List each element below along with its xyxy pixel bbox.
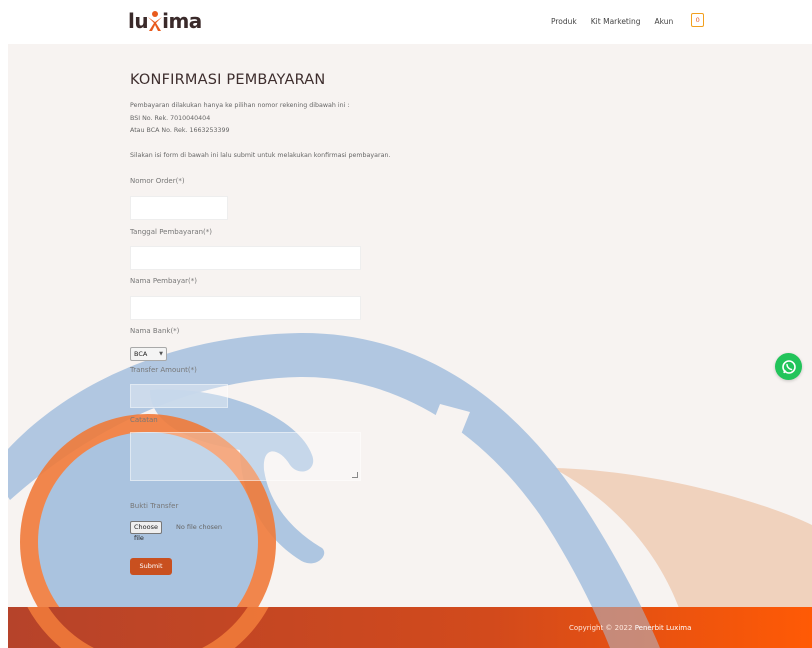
caret-down-icon: ▼ <box>159 351 163 357</box>
site-footer: Copyright © 2022 Penerbit Luxima <box>8 607 812 648</box>
payment-date-input[interactable] <box>130 246 361 270</box>
submit-button[interactable]: Submit <box>130 558 172 575</box>
footer-watermark-graphic <box>27 607 660 648</box>
page-title: KONFIRMASI PEMBAYARAN <box>130 72 326 88</box>
instruction-line: Silakan isi form di bawah ini lalu submi… <box>130 152 391 159</box>
watermark-logo-graphic <box>8 332 812 607</box>
proof-label: Bukti Transfer <box>130 502 179 510</box>
nav-item-akun[interactable]: Akun <box>654 17 673 26</box>
instruction-line: Atau BCA No. Rek. 1663253399 <box>130 127 230 134</box>
order-number-input[interactable] <box>130 196 228 220</box>
transfer-amount-label: Transfer Amount(*) <box>130 366 197 374</box>
nav-item-kit-marketing[interactable]: Kit Marketing <box>591 17 641 26</box>
file-status: No file chosen <box>176 523 223 531</box>
copyright-text: Copyright © 2022 Penerbit Luxima <box>569 624 691 632</box>
bank-selected-value: BCA <box>134 350 148 358</box>
logo-text-left: lu <box>128 9 149 33</box>
instruction-line <box>130 138 390 151</box>
resize-handle-icon[interactable] <box>352 472 358 478</box>
transfer-amount-input[interactable] <box>130 384 228 408</box>
instruction-line: BSI No. Rek. 7010040404 <box>130 114 211 122</box>
site-header: lu ima Produk Kit Marketing Akun 0 <box>0 0 812 44</box>
main-content: KONFIRMASI PEMBAYARAN Pembayaran dilakuk… <box>8 44 812 607</box>
payer-name-input[interactable] <box>130 296 361 320</box>
cart-icon[interactable]: 0 <box>691 13 705 27</box>
bank-select[interactable]: BCA ▼ <box>130 347 167 361</box>
instruction-line: Pembayaran dilakukan hanya ke pilihan no… <box>130 102 350 109</box>
bank-name-label: Nama Bank(*) <box>130 327 180 335</box>
notes-textarea[interactable] <box>130 432 361 481</box>
cart-count: 0 <box>695 16 700 24</box>
order-number-label: Nomor Order(*) <box>130 177 185 185</box>
payer-name-label: Nama Pembayar(*) <box>130 277 197 285</box>
payment-instructions: Pembayaran dilakukan hanya ke pilihan no… <box>130 100 390 163</box>
payment-date-label: Tanggal Pembayaran(*) <box>130 228 213 236</box>
nav-item-produk[interactable]: Produk <box>551 17 577 26</box>
main-nav: Produk Kit Marketing Akun 0 <box>551 13 705 28</box>
copyright-brand-link[interactable]: Penerbit Luxima <box>635 624 692 632</box>
copyright-prefix: Copyright © 2022 <box>569 624 635 632</box>
logo-text-right: ima <box>162 9 202 33</box>
choose-file-button[interactable]: Choose file <box>130 521 162 542</box>
notes-label: Catatan <box>130 416 158 424</box>
site-logo[interactable]: lu ima <box>128 8 202 34</box>
whatsapp-icon[interactable] <box>775 353 802 380</box>
logo-figure-icon <box>147 10 163 32</box>
